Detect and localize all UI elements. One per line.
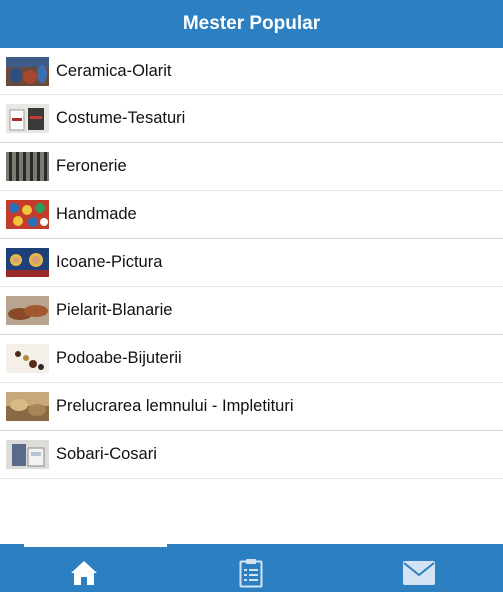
list-item-costume[interactable]: Costume-Tesaturi: [0, 95, 503, 143]
tab-home[interactable]: [0, 544, 167, 592]
list-item-label: Feronerie: [56, 157, 127, 175]
list-item-label: Podoabe-Bijuterii: [56, 349, 182, 367]
list-item-label: Pielarit-Blanarie: [56, 301, 173, 319]
list-item-label: Sobari-Cosari: [56, 445, 157, 463]
woodwork-thumbnail: [6, 392, 49, 421]
list-item-pielarit[interactable]: Pielarit-Blanarie: [0, 287, 503, 335]
list-item-label: Costume-Tesaturi: [56, 109, 186, 127]
costumes-thumbnail: [6, 104, 49, 133]
ceramics-thumbnail: [6, 56, 49, 86]
bottom-tab-bar: [0, 544, 503, 592]
icons-thumbnail: [6, 248, 49, 277]
list-item-feronerie[interactable]: Feronerie: [0, 143, 503, 191]
list-item-podoabe[interactable]: Podoabe-Bijuterii: [0, 335, 503, 383]
page-title: Mester Popular: [182, 13, 321, 34]
list-item-handmade[interactable]: Handmade: [0, 191, 503, 239]
handmade-thumbnail: [6, 200, 49, 229]
category-list: Ceramica-Olarit Costume-Tesaturi Feroner…: [0, 48, 503, 479]
tab-contact[interactable]: [334, 544, 503, 592]
stoves-thumbnail: [6, 440, 49, 469]
ironwork-thumbnail: [6, 152, 49, 181]
list-item-prelucrarea[interactable]: Prelucrarea lemnului - Impletituri: [0, 383, 503, 431]
tab-catalog[interactable]: [167, 544, 334, 592]
list-item-label: Ceramica-Olarit: [56, 61, 172, 80]
jewelry-thumbnail: [6, 344, 49, 373]
list-item-ceramica[interactable]: Ceramica-Olarit: [0, 48, 503, 95]
clipboard-icon: [239, 559, 262, 588]
list-item-sobari[interactable]: Sobari-Cosari: [0, 431, 503, 479]
list-item-icoane[interactable]: Icoane-Pictura: [0, 239, 503, 287]
list-item-label: Handmade: [56, 205, 137, 223]
leather-thumbnail: [6, 296, 49, 325]
mail-icon: [402, 561, 435, 585]
app-header: Mester Popular: [0, 0, 503, 48]
list-item-label: Prelucrarea lemnului - Impletituri: [56, 397, 294, 415]
list-item-label: Icoane-Pictura: [56, 253, 163, 271]
home-icon: [70, 561, 97, 585]
